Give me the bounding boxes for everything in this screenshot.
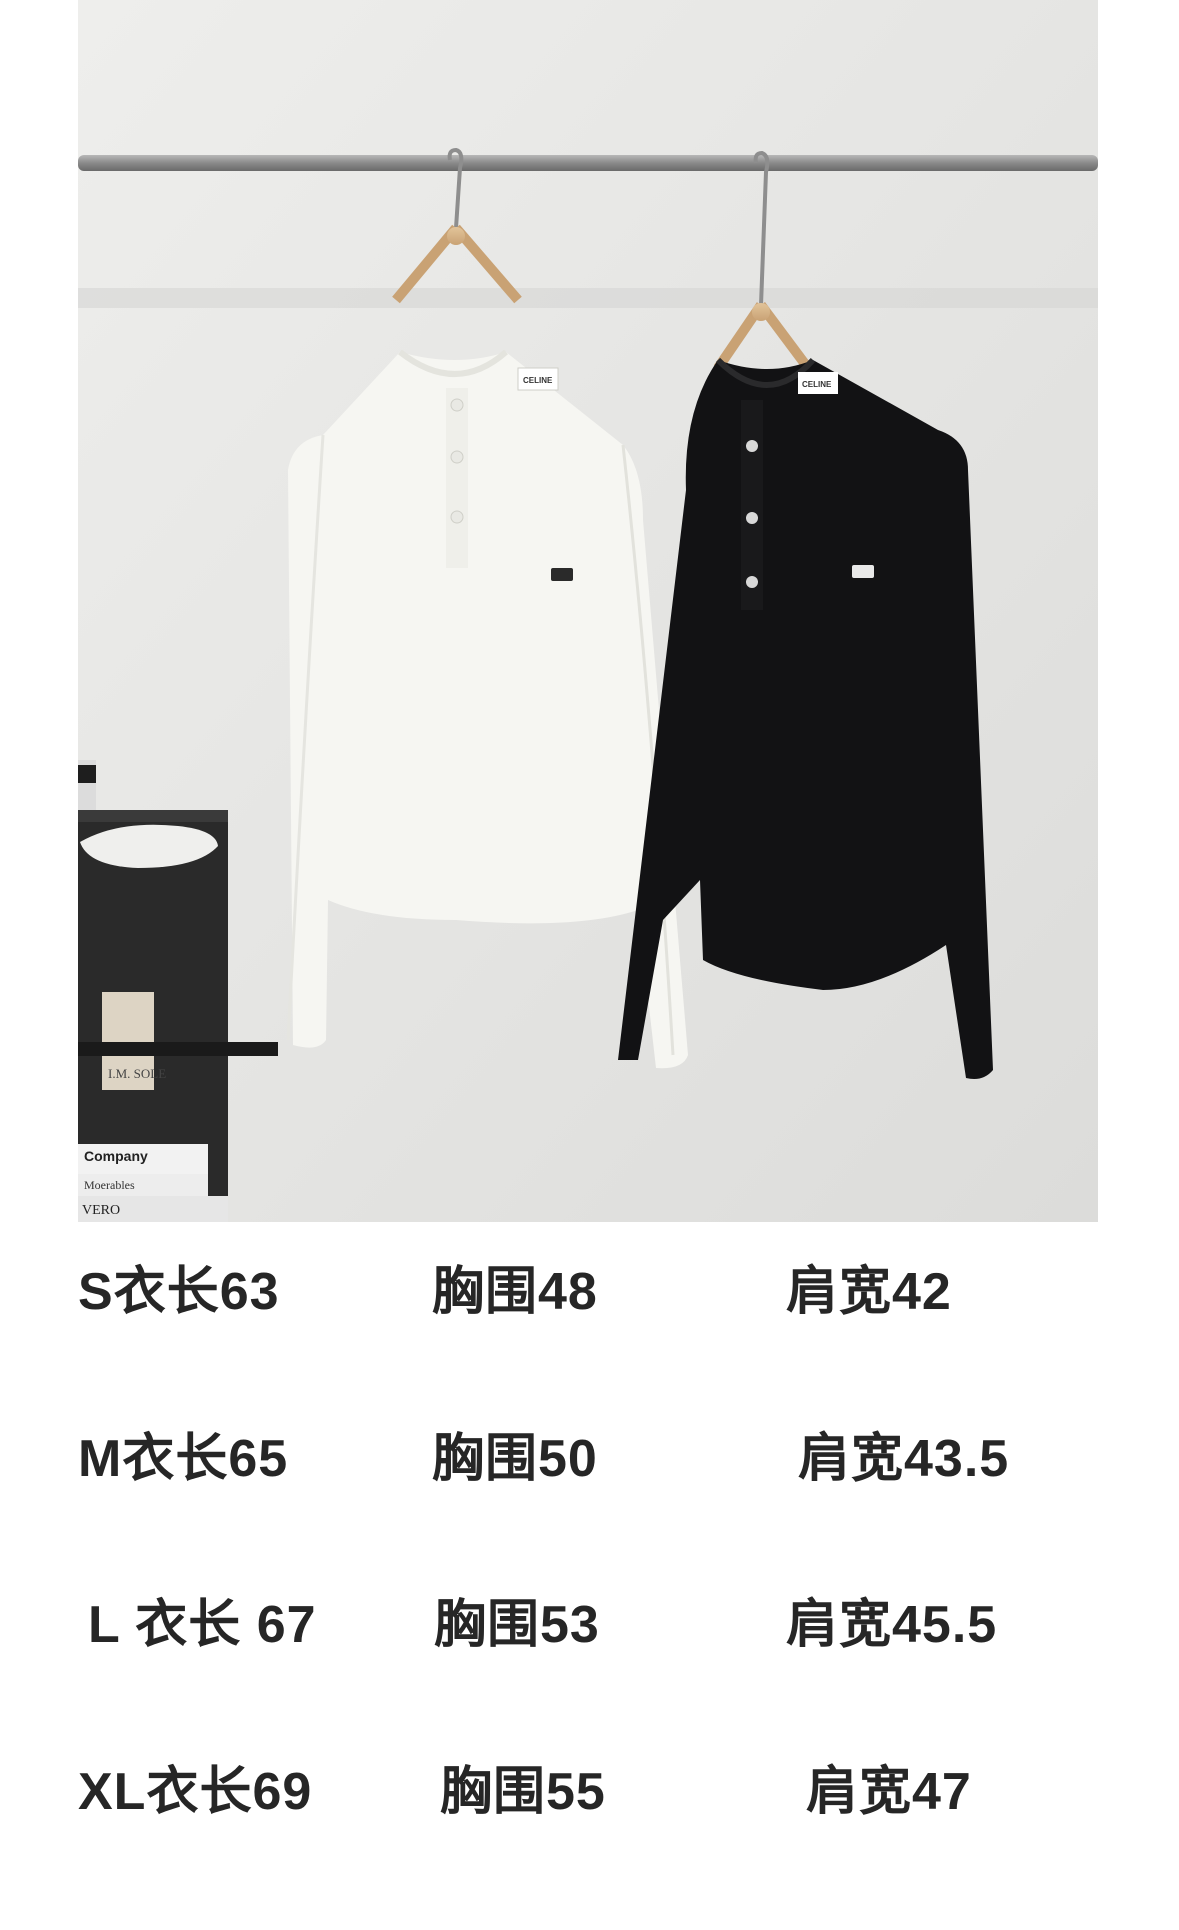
size-label: L — [88, 1596, 120, 1654]
book-spine-3: VERO — [82, 1203, 120, 1218]
size-s-length: S衣长63 — [78, 1262, 280, 1322]
brand-tag-right: CELINE — [802, 380, 832, 389]
size-l-chest: 胸围53 — [434, 1596, 600, 1654]
size-xl-shoulder: 肩宽47 — [806, 1763, 972, 1821]
size-m-chest: 胸围50 — [432, 1430, 598, 1488]
size-l-length: L 衣长 67 — [88, 1595, 317, 1655]
size-s-shoulder: 肩宽42 — [786, 1263, 952, 1321]
size-label: XL — [78, 1763, 147, 1821]
brand-tag-left: CELINE — [523, 376, 553, 385]
book-spine-1: Company — [84, 1148, 148, 1164]
length-value: 衣长65 — [122, 1430, 289, 1488]
size-s-chest: 胸围48 — [432, 1263, 598, 1321]
size-xl-length: XL衣长69 — [78, 1762, 312, 1822]
size-label: S — [78, 1263, 114, 1321]
size-label: M — [78, 1430, 123, 1488]
size-l-shoulder: 肩宽45.5 — [786, 1596, 998, 1654]
length-value: 衣长63 — [113, 1263, 280, 1321]
length-value: 衣长 67 — [135, 1596, 317, 1654]
size-m-length: M衣长65 — [78, 1429, 288, 1489]
box-label: I.M. SOLE — [108, 1066, 166, 1081]
product-photo: Company Moerables VERO I.M. SOLE CELINE — [78, 0, 1098, 1222]
size-m-shoulder: 肩宽43.5 — [798, 1430, 1010, 1488]
size-chart: S衣长63 胸围48 肩宽42 M衣长65 胸围50 肩宽43.5 L 衣长 6… — [0, 1222, 1179, 1930]
length-value: 衣长69 — [146, 1763, 313, 1821]
book-spine-2: Moerables — [84, 1178, 135, 1192]
size-xl-chest: 胸围55 — [440, 1763, 606, 1821]
